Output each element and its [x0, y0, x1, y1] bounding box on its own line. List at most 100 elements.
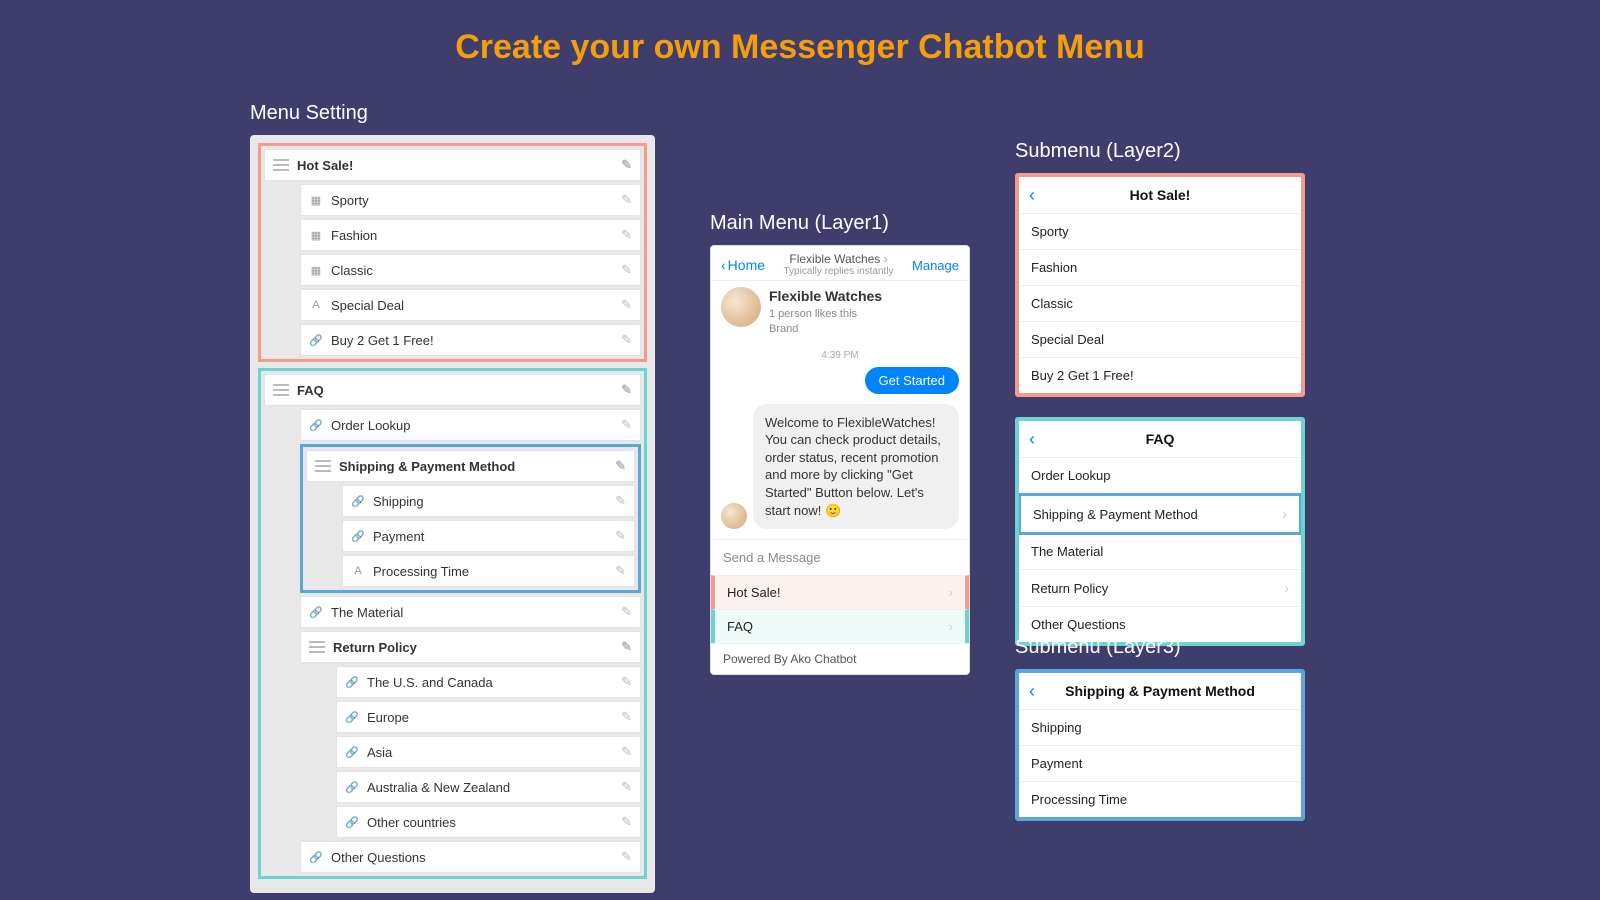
text-icon: A: [309, 298, 323, 312]
edit-icon[interactable]: ✎: [615, 528, 626, 544]
menu-item[interactable]: 🔗Shipping✎: [342, 485, 635, 517]
submenu-header: ‹Hot Sale!: [1019, 177, 1301, 214]
link-icon: 🔗: [345, 745, 359, 759]
menu-item[interactable]: 🔗Other Questions✎: [300, 841, 641, 873]
link-icon: 🔗: [309, 333, 323, 347]
card-icon: ▦: [309, 193, 323, 207]
edit-icon[interactable]: ✎: [621, 814, 632, 830]
home-button[interactable]: ‹Home: [721, 257, 765, 273]
submenu-item-shipping-payment[interactable]: Shipping & Payment Method›: [1018, 493, 1302, 535]
menu-item[interactable]: ▦Fashion✎: [300, 219, 641, 251]
submenu-hot-sale: ‹Hot Sale! Sporty Fashion Classic Specia…: [1015, 173, 1305, 397]
edit-icon[interactable]: ✎: [621, 157, 632, 173]
edit-icon[interactable]: ✎: [615, 563, 626, 579]
submenu2-label: Submenu (Layer2): [1015, 140, 1305, 163]
drag-handle-icon[interactable]: [315, 460, 331, 472]
back-button[interactable]: ‹: [1029, 681, 1035, 702]
link-icon: 🔗: [345, 710, 359, 724]
submenu-header: ‹FAQ: [1019, 421, 1301, 458]
menu-header-faq[interactable]: FAQ ✎: [264, 374, 641, 406]
edit-icon[interactable]: ✎: [615, 493, 626, 509]
submenu-layer2-section: Submenu (Layer2) ‹Hot Sale! Sporty Fashi…: [1015, 140, 1305, 666]
menu-group-hot-sale: Hot Sale! ✎ ▦Sporty✎ ▦Fashion✎ ▦Classic✎…: [258, 143, 647, 362]
edit-icon[interactable]: ✎: [621, 709, 632, 725]
message-input[interactable]: Send a Message: [711, 539, 969, 575]
edit-icon[interactable]: ✎: [621, 849, 632, 865]
menu-header-return-policy[interactable]: Return Policy ✎: [300, 631, 641, 663]
chat-title[interactable]: Flexible Watches ›Typically replies inst…: [784, 252, 894, 278]
menu-item[interactable]: 🔗Europe✎: [336, 701, 641, 733]
menu-header-hot-sale[interactable]: Hot Sale! ✎: [264, 149, 641, 181]
main-menu-item-hot-sale[interactable]: Hot Sale!›: [711, 575, 969, 609]
submenu-item[interactable]: The Material: [1019, 534, 1301, 570]
card-icon: ▦: [309, 263, 323, 277]
menu-item[interactable]: 🔗The Material✎: [300, 596, 641, 628]
menu-item[interactable]: AProcessing Time✎: [342, 555, 635, 587]
submenu-item[interactable]: Buy 2 Get 1 Free!: [1019, 358, 1301, 393]
menu-setting-label: Menu Setting: [250, 102, 655, 125]
edit-icon[interactable]: ✎: [621, 332, 632, 348]
menu-item[interactable]: ASpecial Deal✎: [300, 289, 641, 321]
main-menu-item-faq[interactable]: FAQ›: [711, 609, 969, 643]
menu-header-shipping-payment[interactable]: Shipping & Payment Method ✎: [306, 450, 635, 482]
messenger-preview: ‹Home Flexible Watches ›Typically replie…: [710, 245, 970, 675]
message-row: Welcome to FlexibleWatches! You can chec…: [711, 398, 969, 539]
messenger-footer[interactable]: Powered By Ako Chatbot: [711, 643, 969, 674]
link-icon: 🔗: [345, 815, 359, 829]
edit-icon[interactable]: ✎: [615, 458, 626, 474]
menu-item[interactable]: ▦Classic✎: [300, 254, 641, 286]
chevron-right-icon: ›: [1282, 506, 1287, 522]
chevron-right-icon: ›: [1284, 580, 1289, 596]
menu-header-label: Hot Sale!: [297, 158, 621, 173]
back-button[interactable]: ‹: [1029, 185, 1035, 206]
back-button[interactable]: ‹: [1029, 429, 1035, 450]
edit-icon[interactable]: ✎: [621, 744, 632, 760]
edit-icon[interactable]: ✎: [621, 604, 632, 620]
drag-handle-icon[interactable]: [273, 159, 289, 171]
menu-item[interactable]: 🔗Payment✎: [342, 520, 635, 552]
link-icon: 🔗: [351, 494, 365, 508]
chevron-right-icon: ›: [949, 585, 953, 600]
submenu-header: ‹Shipping & Payment Method: [1019, 673, 1301, 710]
drag-handle-icon[interactable]: [309, 641, 325, 653]
submenu-item[interactable]: Order Lookup: [1019, 458, 1301, 494]
drag-handle-icon[interactable]: [273, 384, 289, 396]
submenu-item[interactable]: Processing Time: [1019, 782, 1301, 817]
main-menu-section: Main Menu (Layer1) ‹Home Flexible Watche…: [710, 212, 970, 675]
edit-icon[interactable]: ✎: [621, 227, 632, 243]
avatar: [721, 287, 761, 327]
edit-icon[interactable]: ✎: [621, 674, 632, 690]
chevron-right-icon: ›: [884, 252, 888, 266]
chat-profile: Flexible Watches 1 person likes this Bra…: [711, 281, 969, 347]
submenu-item[interactable]: Classic: [1019, 286, 1301, 322]
edit-icon[interactable]: ✎: [621, 639, 632, 655]
menu-item[interactable]: 🔗Australia & New Zealand✎: [336, 771, 641, 803]
submenu-item[interactable]: Return Policy›: [1019, 570, 1301, 607]
edit-icon[interactable]: ✎: [621, 417, 632, 433]
submenu-item[interactable]: Shipping: [1019, 710, 1301, 746]
submenu-item[interactable]: Special Deal: [1019, 322, 1301, 358]
menu-item[interactable]: 🔗Buy 2 Get 1 Free!✎: [300, 324, 641, 356]
submenu-item[interactable]: Fashion: [1019, 250, 1301, 286]
timestamp: 4:39 PM: [711, 348, 969, 363]
manage-button[interactable]: Manage: [912, 258, 959, 273]
menu-item[interactable]: 🔗Asia✎: [336, 736, 641, 768]
chevron-left-icon: ‹: [721, 257, 726, 273]
submenu-shipping-payment: ‹Shipping & Payment Method Shipping Paym…: [1015, 669, 1305, 821]
menu-item[interactable]: 🔗Other countries✎: [336, 806, 641, 838]
link-icon: 🔗: [345, 675, 359, 689]
edit-icon[interactable]: ✎: [621, 192, 632, 208]
get-started-button[interactable]: Get Started: [865, 367, 959, 394]
edit-icon[interactable]: ✎: [621, 297, 632, 313]
edit-icon[interactable]: ✎: [621, 779, 632, 795]
edit-icon[interactable]: ✎: [621, 382, 632, 398]
edit-icon[interactable]: ✎: [621, 262, 632, 278]
submenu-item[interactable]: Sporty: [1019, 214, 1301, 250]
menu-header-label: FAQ: [297, 383, 621, 398]
menu-item[interactable]: 🔗The U.S. and Canada✎: [336, 666, 641, 698]
submenu-item[interactable]: Payment: [1019, 746, 1301, 782]
profile-likes: 1 person likes this: [769, 307, 882, 322]
menu-item[interactable]: 🔗Order Lookup✎: [300, 409, 641, 441]
main-menu-label: Main Menu (Layer1): [710, 212, 970, 235]
menu-item[interactable]: ▦Sporty✎: [300, 184, 641, 216]
